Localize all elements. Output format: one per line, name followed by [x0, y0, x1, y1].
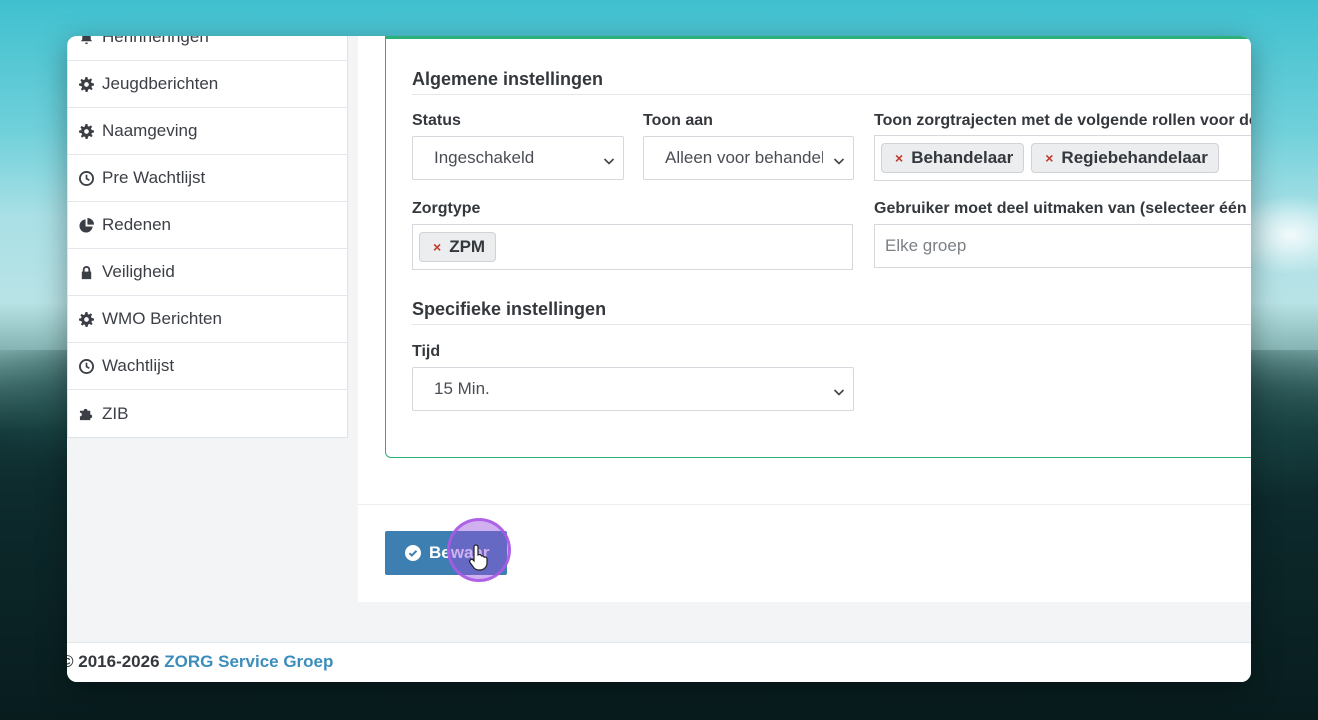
status-value: Ingeschakeld [434, 148, 535, 167]
sidebar-item-label: WMO Berichten [102, 309, 222, 328]
show-to-select[interactable]: Alleen voor behandelaar [643, 136, 854, 180]
caretype-label: Zorgtype [412, 200, 481, 217]
sidebar-item-naamgeving[interactable]: Naamgeving [68, 108, 347, 155]
settings-sidebar: Herinneringen Jeugdberichten Naamgeving … [67, 36, 348, 438]
sidebar-item-redenen[interactable]: Redenen [68, 202, 347, 249]
card-accent-line [385, 36, 1251, 39]
chevron-down-icon [833, 383, 845, 396]
gear-icon [78, 76, 94, 92]
remove-tag-icon[interactable]: × [433, 239, 441, 255]
app-window: Herinneringen Jeugdberichten Naamgeving … [67, 36, 1251, 682]
sidebar-item-veiligheid[interactable]: Veiligheid [68, 249, 347, 296]
hand-cursor-icon [469, 544, 488, 571]
lock-icon [78, 264, 94, 280]
sidebar-item-label: Herinneringen [102, 36, 209, 46]
status-select[interactable]: Ingeschakeld [412, 136, 624, 180]
sidebar-item-jeugdberichten[interactable]: Jeugdberichten [68, 61, 347, 108]
caretype-tag[interactable]: × ZPM [419, 232, 497, 262]
gear-icon [78, 311, 94, 327]
role-tag[interactable]: × Regiebehandelaar [1031, 143, 1219, 173]
group-multiselect[interactable]: Elke groep [874, 224, 1251, 268]
time-value: 15 Min. [434, 379, 490, 398]
clock-icon [78, 170, 94, 186]
check-circle-icon [405, 545, 421, 561]
sidebar-item-label: Naamgeving [102, 121, 198, 140]
pie-chart-icon [78, 217, 94, 233]
show-to-value: Alleen voor behandelaar [665, 148, 823, 167]
roles-label: Toon zorgtrajecten met de volgende rolle… [874, 112, 1251, 129]
group-placeholder: Elke groep [885, 236, 967, 255]
time-select[interactable]: 15 Min. [412, 367, 854, 411]
sidebar-item-pre-wachtlijst[interactable]: Pre Wachtlijst [68, 155, 347, 202]
puzzle-icon [78, 406, 94, 422]
remove-tag-icon[interactable]: × [895, 150, 903, 166]
section-divider [412, 324, 1251, 325]
general-settings-title: Algemene instellingen [412, 69, 604, 89]
chevron-down-icon [603, 152, 615, 165]
sidebar-item-herinneringen[interactable]: Herinneringen [68, 36, 347, 61]
action-divider [358, 504, 1251, 505]
sidebar-item-label: Wachtlijst [102, 356, 175, 375]
section-divider [412, 94, 1251, 95]
time-label: Tijd [412, 343, 441, 360]
sidebar-item-label: ZIB [102, 403, 129, 423]
remove-tag-icon[interactable]: × [1045, 150, 1053, 166]
sidebar-item-wmo-berichten[interactable]: WMO Berichten [68, 296, 347, 343]
footer-copyright: © 2016-2026 ZORG Service Groep [67, 652, 334, 671]
caretype-multiselect[interactable]: × ZPM [412, 224, 853, 270]
sidebar-item-wachtlijst[interactable]: Wachtlijst [68, 343, 347, 390]
sidebar-item-label: Pre Wachtlijst [102, 168, 206, 187]
bell-icon [78, 36, 94, 45]
clock-icon [78, 358, 94, 374]
sidebar-item-label: Veiligheid [102, 262, 175, 281]
roles-multiselect[interactable]: × Behandelaar × Regiebehandelaar [874, 135, 1251, 181]
company-link[interactable]: ZORG Service Groep [164, 652, 333, 671]
specific-settings-title: Specifieke instellingen [412, 299, 607, 319]
show-to-label: Toon aan [643, 112, 713, 129]
status-label: Status [412, 112, 461, 129]
sidebar-item-label: Redenen [102, 215, 172, 234]
settings-card: Algemene instellingen Status Ingeschakel… [385, 36, 1251, 458]
sidebar-item-zib[interactable]: ZIB [68, 390, 347, 437]
group-label: Gebruiker moet deel uitmaken van (select… [874, 200, 1251, 217]
gear-icon [78, 123, 94, 139]
chevron-down-icon [833, 152, 845, 165]
role-tag[interactable]: × Behandelaar [881, 143, 1025, 173]
sidebar-item-label: Jeugdberichten [102, 74, 219, 93]
